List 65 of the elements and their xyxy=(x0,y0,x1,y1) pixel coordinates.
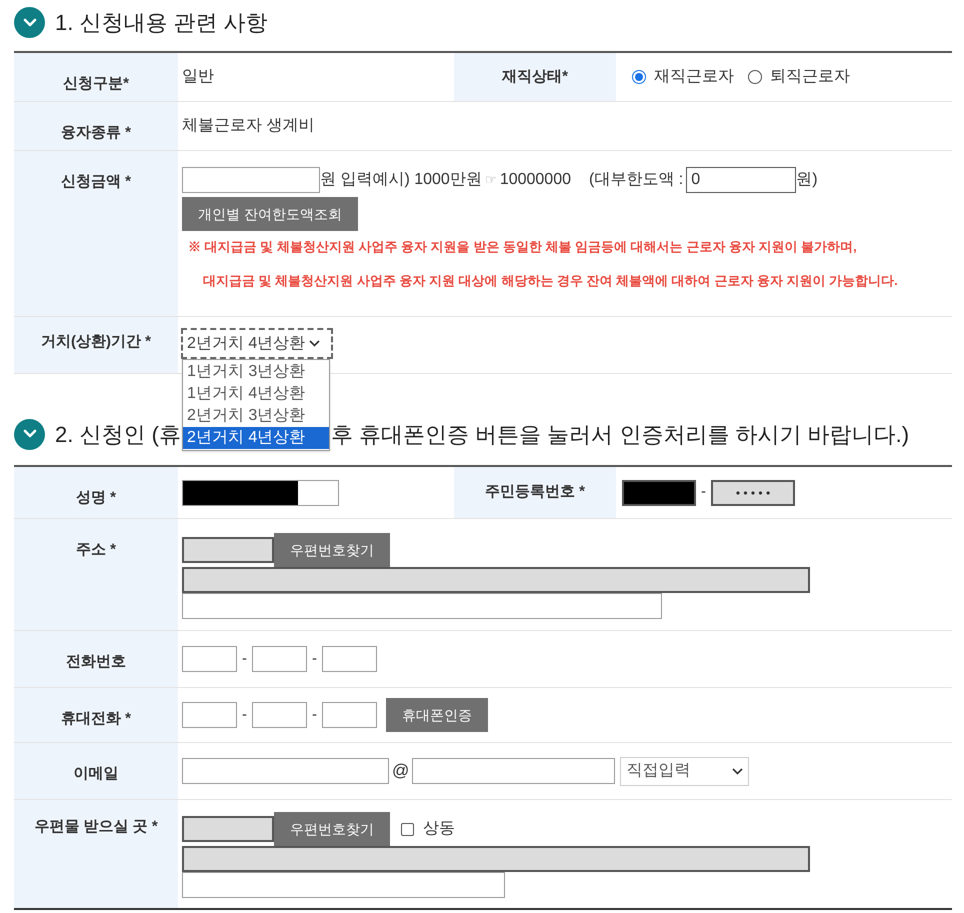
warning-note: 대지급금 및 체불청산지원 사업주 융자 지원 대상에 해당하는 경우 잔여 체불액에 대하여 근로자 융자 지원이 가능합니다. xyxy=(203,272,898,290)
field-label: 성명 * xyxy=(76,488,116,508)
separator: - xyxy=(312,648,317,669)
caret-icon xyxy=(309,340,320,347)
field-label: 주소 * xyxy=(76,540,116,560)
field-label: 신청금액 * xyxy=(60,172,131,192)
input-field[interactable] xyxy=(252,646,307,672)
radio-option[interactable]: 재직근로자 xyxy=(632,65,734,89)
input-field[interactable] xyxy=(182,480,339,506)
warning-note: ※ 대지급금 및 체불청산지원 사업주 융자 지원을 받은 동일한 체불 임금등에 대해서는 근로자 융자 지원이 불가하며, xyxy=(188,238,858,256)
input-field[interactable] xyxy=(182,593,662,619)
loan-limit-field[interactable]: 0 xyxy=(686,167,796,193)
input-field[interactable] xyxy=(322,702,377,728)
field-label: 전화번호 xyxy=(66,652,126,672)
input-field[interactable] xyxy=(182,872,505,898)
input-field[interactable] xyxy=(182,567,810,593)
field-value: 체불근로자 생계비 xyxy=(182,116,314,136)
section-title: 후 휴대폰인증 버튼을 눌러서 인증처리를 하시기 바랍니다.) xyxy=(330,420,910,448)
input-field[interactable] xyxy=(412,758,616,784)
field-value: 일반 xyxy=(182,67,214,87)
input-field[interactable] xyxy=(182,646,237,672)
input-field[interactable] xyxy=(622,480,696,506)
at-sign: @ xyxy=(392,760,410,782)
password-field[interactable]: • • • • • xyxy=(711,480,795,506)
zipcode-search-button[interactable]: 우편번호찾기 xyxy=(274,812,390,846)
same-address-checkbox[interactable]: 상동 xyxy=(401,817,455,841)
input-example-text: 원 입력예시) 1000만원 xyxy=(320,170,482,190)
loan-limit-label: (대부한도액 : xyxy=(589,170,684,190)
dropdown-option[interactable]: 1년거치 4년상환 xyxy=(183,383,329,405)
field-label: 융자종류 * xyxy=(60,123,131,143)
input-field[interactable] xyxy=(182,702,237,728)
example-value: 10000000 xyxy=(500,170,571,190)
dropdown-option[interactable]: 1년거치 3년상환 xyxy=(183,361,329,383)
field-label: 이메일 xyxy=(74,764,118,784)
pointing-hand-icon: ☞ xyxy=(484,170,497,190)
field-label: 신청구분* xyxy=(63,74,129,94)
input-field[interactable] xyxy=(182,816,274,842)
caret-icon xyxy=(732,768,744,774)
field-label: 주민등록번호 * xyxy=(484,482,585,502)
chevron-down-icon xyxy=(14,418,45,450)
field-label: 우편물 받으실 곳 * xyxy=(34,817,158,837)
separator: - xyxy=(701,482,706,502)
input-field[interactable] xyxy=(182,846,810,872)
dropdown-option[interactable]: 2년거치 3년상환 xyxy=(183,405,329,427)
input-field[interactable] xyxy=(252,702,307,728)
currency-unit: 원) xyxy=(796,170,818,190)
field-label: 재직상태* xyxy=(502,66,568,87)
zipcode-search-button[interactable]: 우편번호찾기 xyxy=(274,533,390,567)
separator: - xyxy=(242,704,247,725)
separator: - xyxy=(312,704,317,725)
email-domain-select[interactable]: 직접입력 xyxy=(620,756,750,786)
input-field[interactable] xyxy=(182,167,320,193)
limit-inquiry-button[interactable]: 개인별 잔여한도액조회 xyxy=(182,197,358,231)
phone-verify-button[interactable]: 휴대폰인증 xyxy=(386,698,488,732)
chevron-down-icon xyxy=(14,7,45,38)
section-title: 2. 신청인 (휴 xyxy=(55,420,181,448)
field-label: 거치(상환)기간 * xyxy=(41,332,151,352)
radio-option[interactable]: 퇴직근로자 xyxy=(748,65,850,89)
section-title: 1. 신청내용 관련 사항 xyxy=(55,9,268,37)
field-label: 휴대전화 * xyxy=(60,709,131,729)
input-field[interactable] xyxy=(322,646,377,672)
input-field[interactable] xyxy=(182,537,274,563)
separator: - xyxy=(242,648,247,669)
input-field[interactable] xyxy=(182,758,389,784)
dropdown-option[interactable]: 2년거치 4년상환 xyxy=(183,427,329,449)
